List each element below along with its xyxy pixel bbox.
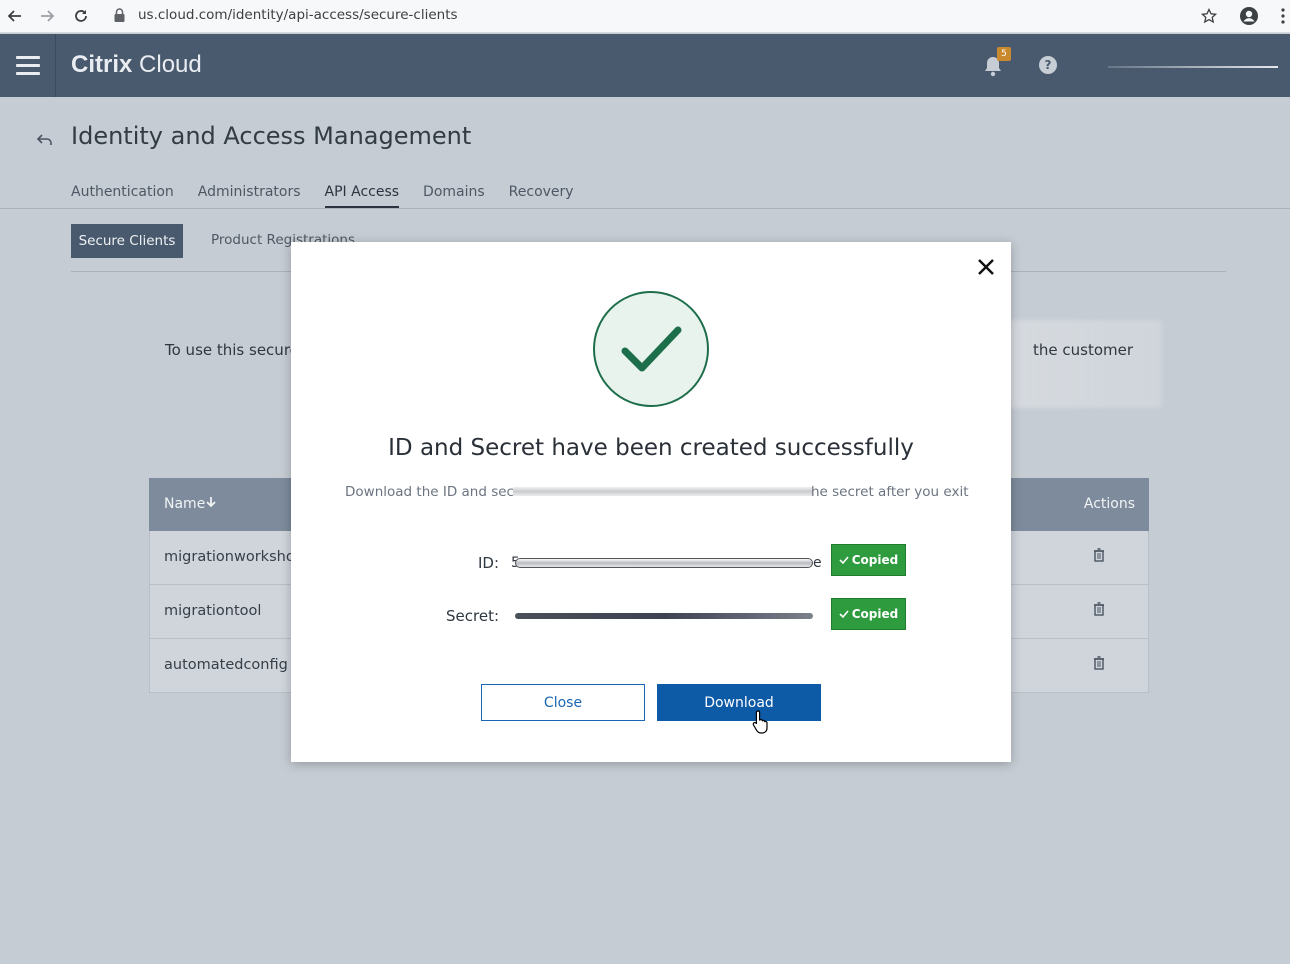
lock-icon <box>114 8 125 22</box>
browser-toolbar: us.cloud.com/identity/api-access/secure-… <box>0 0 1290 33</box>
id-label: ID: <box>477 554 499 572</box>
intro-text-right: the customer <box>1033 341 1134 359</box>
notification-badge: 5 <box>997 47 1011 61</box>
forward-arrow-icon[interactable] <box>34 3 60 29</box>
checkmark-icon <box>839 556 849 565</box>
back-icon[interactable] <box>36 128 54 152</box>
column-header-actions: Actions <box>1083 496 1135 512</box>
id-value-end: e <box>813 555 822 571</box>
success-dialog: ID and Secret have been created successf… <box>291 242 1011 762</box>
tab-recovery[interactable]: Recovery <box>509 184 574 209</box>
redacted-text <box>513 487 813 496</box>
column-header-name[interactable]: Name <box>164 496 217 512</box>
hamburger-menu-icon[interactable] <box>0 34 56 97</box>
close-button[interactable]: Close <box>481 684 645 721</box>
client-name: migrationtool <box>164 603 262 619</box>
trash-icon[interactable] <box>1093 602 1105 616</box>
intro-text-left: To use this secure <box>165 341 299 359</box>
secret-label: Secret: <box>446 607 499 625</box>
client-name: automatedconfig <box>164 657 288 673</box>
tab-bar: Authentication Administrators API Access… <box>71 184 598 209</box>
secret-value-redacted <box>515 613 813 619</box>
copy-id-button[interactable]: Copied <box>831 544 906 576</box>
id-value-redacted <box>515 558 813 568</box>
user-menu[interactable] <box>1108 66 1278 68</box>
copy-secret-button[interactable]: Copied <box>831 598 906 630</box>
address-bar[interactable]: us.cloud.com/identity/api-access/secure-… <box>104 3 1224 29</box>
client-name: migrationworkshop <box>164 549 304 565</box>
brand-logo[interactable]: Citrix Cloud <box>71 51 202 79</box>
tab-domains[interactable]: Domains <box>423 184 485 209</box>
page-title: Identity and Access Management <box>71 122 472 150</box>
app-header: Citrix Cloud ? <box>0 34 1290 97</box>
trash-icon[interactable] <box>1093 656 1105 670</box>
bookmark-star-icon[interactable] <box>1196 3 1222 29</box>
tab-authentication[interactable]: Authentication <box>71 184 174 209</box>
sub-tab-secure-clients[interactable]: Secure Clients <box>71 224 183 258</box>
back-arrow-icon[interactable] <box>2 3 28 29</box>
close-icon[interactable] <box>975 256 997 278</box>
tabs-divider <box>0 208 1290 209</box>
dialog-title: ID and Secret have been created successf… <box>388 435 914 461</box>
dialog-description-start: Download the ID and secre <box>345 484 528 500</box>
url-text: us.cloud.com/identity/api-access/secure-… <box>138 7 458 23</box>
hand-cursor-icon <box>752 710 768 734</box>
trash-icon[interactable] <box>1093 548 1105 562</box>
dialog-description-end: he secret after you exit <box>811 484 969 500</box>
tab-administrators[interactable]: Administrators <box>198 184 301 209</box>
download-button[interactable]: Download <box>657 684 821 721</box>
reload-icon[interactable] <box>68 3 94 29</box>
sort-down-icon <box>206 497 216 508</box>
success-check-icon <box>593 291 709 407</box>
help-icon[interactable]: ? <box>1039 56 1057 74</box>
profile-icon[interactable] <box>1236 3 1262 29</box>
browser-menu-icon[interactable] <box>1270 3 1290 29</box>
checkmark-icon <box>839 610 849 619</box>
tab-api-access[interactable]: API Access <box>324 184 400 209</box>
